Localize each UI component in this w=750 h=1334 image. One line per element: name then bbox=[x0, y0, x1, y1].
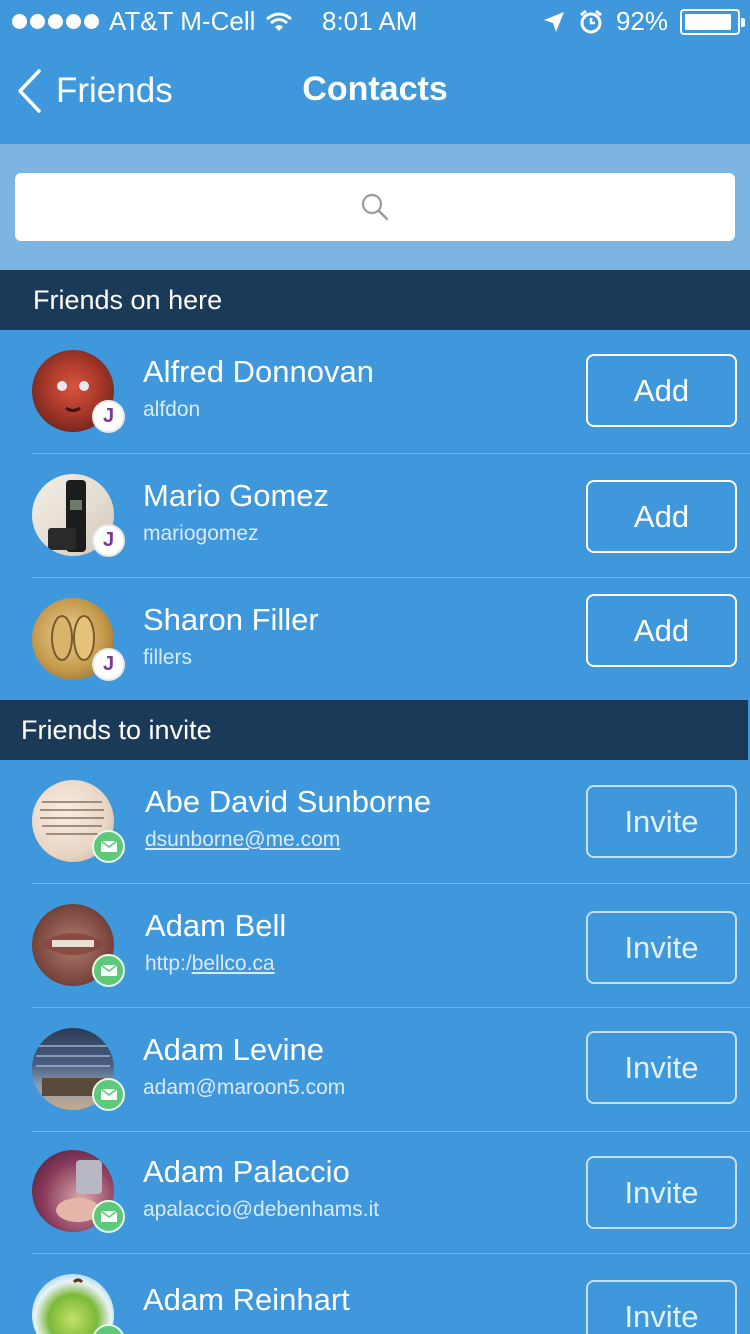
contact-name: Adam Palaccio bbox=[143, 1154, 350, 1189]
wifi-icon bbox=[266, 12, 293, 31]
list-item: Adam Reinhart Invite bbox=[0, 1254, 750, 1334]
signal-strength-icon bbox=[12, 14, 99, 29]
mail-badge-icon bbox=[92, 954, 125, 987]
contact-name: Adam Levine bbox=[143, 1032, 324, 1067]
list-item: Abe David Sunborne dsunborne@me.com Invi… bbox=[0, 760, 750, 884]
contact-email[interactable]: dsunborne@me.com bbox=[145, 828, 340, 852]
list-item: Adam Bell http:/bellco.ca Invite bbox=[0, 884, 750, 1008]
search-input[interactable] bbox=[15, 173, 735, 241]
search-icon bbox=[361, 193, 389, 221]
contact-email: adam@maroon5.com bbox=[143, 1076, 346, 1099]
status-left: AT&T M-Cell bbox=[12, 6, 293, 37]
section-header-friends-to-invite: Friends to invite bbox=[0, 700, 748, 760]
navigation-bar: Friends Contacts bbox=[0, 40, 750, 144]
list-item: J Sharon Filler fillers Add bbox=[0, 578, 750, 702]
contact-name: Sharon Filler bbox=[143, 602, 319, 637]
battery-icon bbox=[680, 8, 745, 35]
app-badge-icon: J bbox=[92, 648, 125, 681]
invite-button[interactable]: Invite bbox=[586, 785, 737, 858]
list-item: Adam Levine adam@maroon5.com Invite bbox=[0, 1008, 750, 1132]
add-button[interactable]: Add bbox=[586, 594, 737, 667]
list-item: J Alfred Donnovan alfdon Add bbox=[0, 330, 750, 454]
section-title: Friends on here bbox=[33, 285, 223, 315]
website-link[interactable]: bellco.ca bbox=[192, 952, 275, 975]
alarm-icon bbox=[580, 9, 602, 33]
invite-button[interactable]: Invite bbox=[586, 1156, 737, 1229]
invite-button[interactable]: Invite bbox=[586, 911, 737, 984]
contact-website: http:/bellco.ca bbox=[145, 952, 275, 976]
page-title: Contacts bbox=[302, 70, 448, 108]
contact-email: apalaccio@debenhams.it bbox=[143, 1198, 380, 1221]
contact-name: Alfred Donnovan bbox=[143, 354, 374, 389]
contact-name: Abe David Sunborne bbox=[145, 784, 432, 819]
contact-username: fillers bbox=[143, 646, 193, 669]
mail-badge-icon bbox=[92, 1200, 125, 1233]
search-area bbox=[0, 144, 750, 270]
invite-button[interactable]: Invite bbox=[586, 1031, 737, 1104]
mail-badge-icon bbox=[92, 830, 125, 863]
section-header-friends-on-here: Friends on here bbox=[0, 270, 750, 330]
add-button[interactable]: Add bbox=[586, 354, 737, 427]
status-bar: AT&T M-Cell 8:01 AM 92% bbox=[0, 0, 750, 40]
battery-percent: 92% bbox=[615, 6, 668, 36]
add-button[interactable]: Add bbox=[586, 480, 737, 553]
list-item: Adam Palaccio apalaccio@debenhams.it Inv… bbox=[0, 1130, 750, 1254]
contact-name: Adam Reinhart bbox=[143, 1282, 350, 1317]
invite-button[interactable]: Invite bbox=[586, 1280, 737, 1334]
section-title: Friends to invite bbox=[21, 715, 212, 745]
contact-username: alfdon bbox=[143, 398, 201, 421]
location-arrow-icon bbox=[543, 11, 564, 32]
app-badge-icon: J bbox=[92, 524, 125, 557]
clock: 8:01 AM bbox=[322, 6, 418, 36]
contact-username: mariogomez bbox=[143, 522, 259, 545]
contact-name: Adam Bell bbox=[145, 908, 287, 943]
website-prefix: http:/ bbox=[145, 952, 192, 975]
contact-name: Mario Gomez bbox=[143, 478, 330, 513]
mail-badge-icon bbox=[92, 1078, 125, 1111]
list-item: J Mario Gomez mariogomez Add bbox=[0, 454, 750, 578]
carrier-label: AT&T M-Cell bbox=[109, 6, 256, 36]
app-badge-icon: J bbox=[92, 400, 125, 433]
status-right: 92% bbox=[542, 6, 745, 37]
